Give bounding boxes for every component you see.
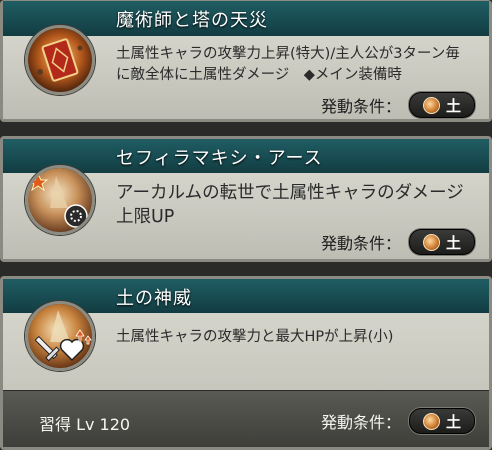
skill-title: セフィラマキシ・アース [116,148,323,169]
earth-element-icon [422,412,440,430]
element-label: 土 [445,96,461,115]
element-label: 土 [445,412,461,431]
skill-panel-1: 魔術師と塔の天災 土属性キャラの攻撃力上昇(特大)/主人公が3ターン毎に敵全体に… [0,0,492,122]
skill-footer: 習得 Lv 120 発動条件： 土 [3,390,489,447]
activation-condition: 発動条件： 土 [321,408,475,434]
skill-panel-3: 土の神威 土属性キャラの攻撃力と最大HPが上昇(小) 習得 Lv 120 発動条… [0,276,492,450]
skill-title: 魔術師と塔の天災 [116,10,268,31]
activation-condition: 発動条件： 土 [321,229,475,255]
earth-element-icon [422,233,440,251]
skill-title: 土の神威 [116,288,192,309]
skill-description: 土属性キャラの攻撃力と最大HPが上昇(小) [116,329,394,345]
earth-element-icon [422,96,440,114]
skill-description: アーカルムの転世で土属性キャラのダメージ上限UP [116,183,464,227]
condition-label: 発動条件： [320,97,401,116]
atk-hp-skill-icon[interactable] [25,301,95,371]
sephira-skill-icon[interactable] [25,165,95,235]
card-skill-icon[interactable] [25,25,95,95]
learn-level: 習得 Lv 120 [39,415,131,434]
skill-panel-2: セフィラマキシ・アース アーカルムの転世で土属性キャラのダメージ上限UP 発動条… [0,136,492,262]
element-badge[interactable]: 土 [409,408,475,434]
element-label: 土 [445,233,461,252]
condition-label: 発動条件： [320,234,401,253]
element-badge[interactable]: 土 [409,92,475,118]
element-badge[interactable]: 土 [409,229,475,255]
condition-label: 発動条件： [320,413,401,432]
skill-description: 土属性キャラの攻撃力上昇(特大)/主人公が3ターン毎に敵全体に土属性ダメージ ◆… [116,46,460,83]
activation-condition: 発動条件： 土 [321,92,475,118]
